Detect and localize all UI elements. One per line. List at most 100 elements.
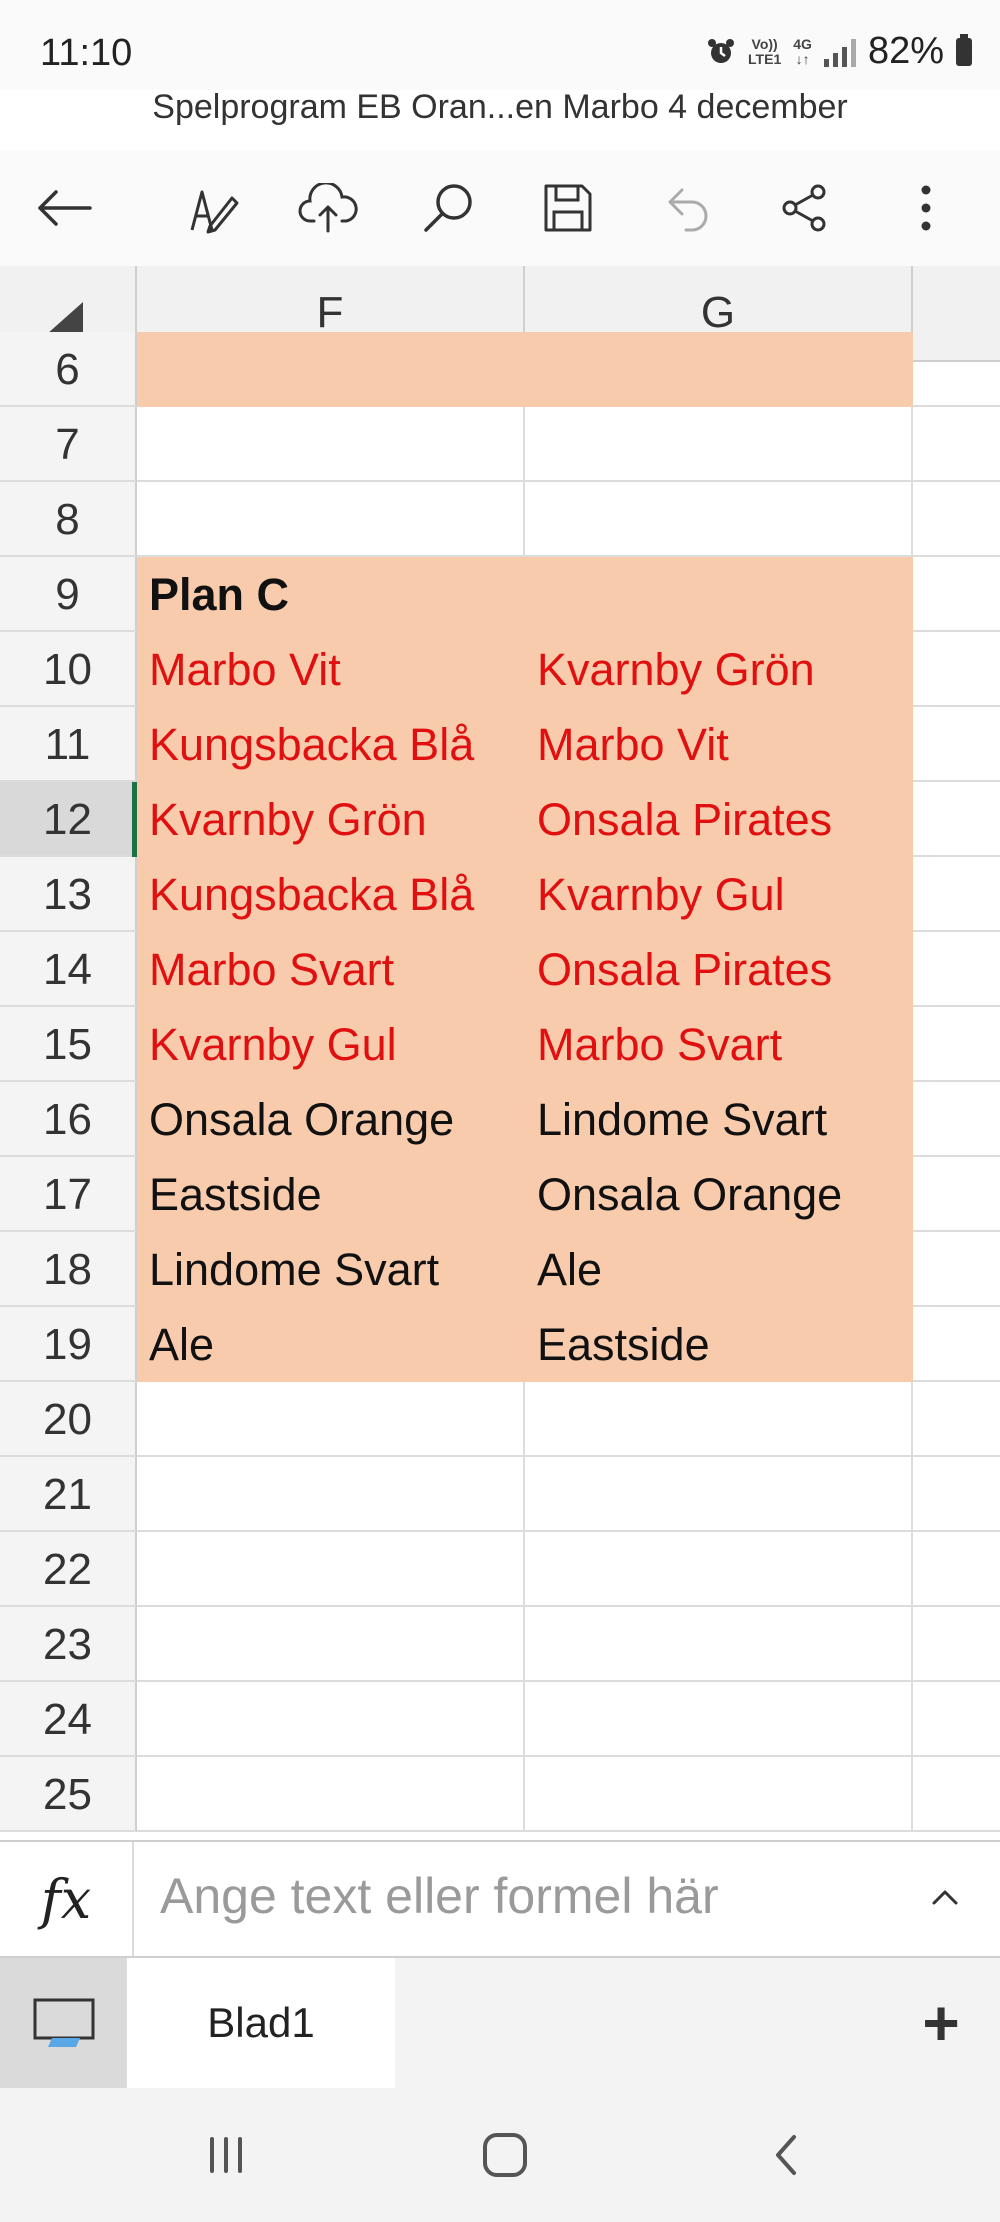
cell-g12[interactable]: Onsala Pirates bbox=[525, 782, 913, 857]
home-button[interactable] bbox=[465, 2120, 545, 2190]
cell-h9[interactable] bbox=[913, 557, 1000, 632]
row-header[interactable]: 14 bbox=[0, 932, 137, 1007]
share-button[interactable] bbox=[768, 172, 840, 244]
cell-g11[interactable]: Marbo Vit bbox=[525, 707, 913, 782]
cell-g20[interactable] bbox=[525, 1382, 913, 1457]
cell-h12[interactable] bbox=[913, 782, 1000, 857]
cell-f18[interactable]: Lindome Svart bbox=[137, 1232, 525, 1307]
sheets-view-button[interactable] bbox=[0, 1958, 127, 2088]
row-header[interactable]: 19 bbox=[0, 1307, 137, 1382]
cell-h13[interactable] bbox=[913, 857, 1000, 932]
spreadsheet-grid[interactable]: F G 6 7 8 9 Plan C 10 Marbo Vit Kvarnby Grön 11 K… bbox=[0, 266, 1000, 1840]
cell-f14[interactable]: Marbo Svart bbox=[137, 932, 525, 1007]
row-header[interactable]: 13 bbox=[0, 857, 137, 932]
cell-g13[interactable]: Kvarnby Gul bbox=[525, 857, 913, 932]
row-header[interactable]: 20 bbox=[0, 1382, 137, 1457]
cell-h15[interactable] bbox=[913, 1007, 1000, 1082]
status-time: 11:10 bbox=[40, 32, 133, 74]
row-header[interactable]: 17 bbox=[0, 1157, 137, 1232]
cell-h20[interactable] bbox=[913, 1382, 1000, 1457]
row-header[interactable]: 10 bbox=[0, 632, 137, 707]
cell-g21[interactable] bbox=[525, 1457, 913, 1532]
cell-g15[interactable]: Marbo Svart bbox=[525, 1007, 913, 1082]
formula-input[interactable] bbox=[160, 1866, 860, 1926]
cell-h24[interactable] bbox=[913, 1682, 1000, 1757]
recent-apps-button[interactable] bbox=[186, 2120, 266, 2190]
row-header[interactable]: 6 bbox=[0, 332, 137, 407]
cell-h7[interactable] bbox=[913, 407, 1000, 482]
row-header[interactable]: 25 bbox=[0, 1757, 137, 1832]
row-header[interactable]: 9 bbox=[0, 557, 137, 632]
table-row: 25 bbox=[0, 1757, 1000, 1832]
row-header[interactable]: 18 bbox=[0, 1232, 137, 1307]
cell-f25[interactable] bbox=[137, 1757, 525, 1832]
cell-g6[interactable] bbox=[525, 332, 913, 407]
save-button[interactable] bbox=[532, 172, 604, 244]
row-header[interactable]: 24 bbox=[0, 1682, 137, 1757]
edit-button[interactable] bbox=[176, 172, 248, 244]
row-header[interactable]: 22 bbox=[0, 1532, 137, 1607]
cell-h18[interactable] bbox=[913, 1232, 1000, 1307]
cell-f20[interactable] bbox=[137, 1382, 525, 1457]
cell-g25[interactable] bbox=[525, 1757, 913, 1832]
sheet-tab-blad1[interactable]: Blad1 bbox=[127, 1958, 395, 2088]
row-header[interactable]: 7 bbox=[0, 407, 137, 482]
more-button[interactable] bbox=[890, 172, 962, 244]
row-header[interactable]: 23 bbox=[0, 1607, 137, 1682]
cell-f8[interactable] bbox=[137, 482, 525, 557]
back-button[interactable] bbox=[28, 172, 100, 244]
cell-f23[interactable] bbox=[137, 1607, 525, 1682]
cell-h25[interactable] bbox=[913, 1757, 1000, 1832]
expand-formula-button[interactable] bbox=[920, 1872, 970, 1922]
cell-g22[interactable] bbox=[525, 1532, 913, 1607]
cell-h6[interactable] bbox=[913, 332, 1000, 407]
cell-f11[interactable]: Kungsbacka Blå bbox=[137, 707, 525, 782]
cell-f22[interactable] bbox=[137, 1532, 525, 1607]
cell-f7[interactable] bbox=[137, 407, 525, 482]
cell-g16[interactable]: Lindome Svart bbox=[525, 1082, 913, 1157]
cell-h21[interactable] bbox=[913, 1457, 1000, 1532]
cell-g24[interactable] bbox=[525, 1682, 913, 1757]
cell-f16[interactable]: Onsala Orange bbox=[137, 1082, 525, 1157]
cell-g23[interactable] bbox=[525, 1607, 913, 1682]
upload-button[interactable] bbox=[292, 172, 364, 244]
cell-h16[interactable] bbox=[913, 1082, 1000, 1157]
cell-h10[interactable] bbox=[913, 632, 1000, 707]
fx-icon[interactable]: fx bbox=[0, 1842, 134, 1956]
cell-g9[interactable] bbox=[525, 557, 913, 632]
cell-h22[interactable] bbox=[913, 1532, 1000, 1607]
row-header[interactable]: 16 bbox=[0, 1082, 137, 1157]
cell-h17[interactable] bbox=[913, 1157, 1000, 1232]
search-button[interactable] bbox=[412, 172, 484, 244]
cell-g17[interactable]: Onsala Orange bbox=[525, 1157, 913, 1232]
cell-f13[interactable]: Kungsbacka Blå bbox=[137, 857, 525, 932]
row-header[interactable]: 15 bbox=[0, 1007, 137, 1082]
cell-f9[interactable]: Plan C bbox=[137, 557, 525, 632]
cell-g10[interactable]: Kvarnby Grön bbox=[525, 632, 913, 707]
cell-f6[interactable] bbox=[137, 332, 525, 407]
cell-g14[interactable]: Onsala Pirates bbox=[525, 932, 913, 1007]
cell-f24[interactable] bbox=[137, 1682, 525, 1757]
row-header[interactable]: 21 bbox=[0, 1457, 137, 1532]
cell-f17[interactable]: Eastside bbox=[137, 1157, 525, 1232]
back-nav-button[interactable] bbox=[746, 2120, 826, 2190]
cell-g19[interactable]: Eastside bbox=[525, 1307, 913, 1382]
cell-f21[interactable] bbox=[137, 1457, 525, 1532]
row-header[interactable]: 11 bbox=[0, 707, 137, 782]
cell-f10[interactable]: Marbo Vit bbox=[137, 632, 525, 707]
add-sheet-button[interactable]: + bbox=[906, 1987, 976, 2059]
cell-h8[interactable] bbox=[913, 482, 1000, 557]
cell-g8[interactable] bbox=[525, 482, 913, 557]
cell-h23[interactable] bbox=[913, 1607, 1000, 1682]
cell-f12[interactable]: Kvarnby Grön bbox=[137, 782, 525, 857]
row-header[interactable]: 12 bbox=[0, 782, 137, 857]
row-header[interactable]: 8 bbox=[0, 482, 137, 557]
cell-g7[interactable] bbox=[525, 407, 913, 482]
cell-h19[interactable] bbox=[913, 1307, 1000, 1382]
cell-f15[interactable]: Kvarnby Gul bbox=[137, 1007, 525, 1082]
cell-f19[interactable]: Ale bbox=[137, 1307, 525, 1382]
undo-button[interactable] bbox=[650, 172, 722, 244]
cell-h11[interactable] bbox=[913, 707, 1000, 782]
cell-g18[interactable]: Ale bbox=[525, 1232, 913, 1307]
cell-h14[interactable] bbox=[913, 932, 1000, 1007]
